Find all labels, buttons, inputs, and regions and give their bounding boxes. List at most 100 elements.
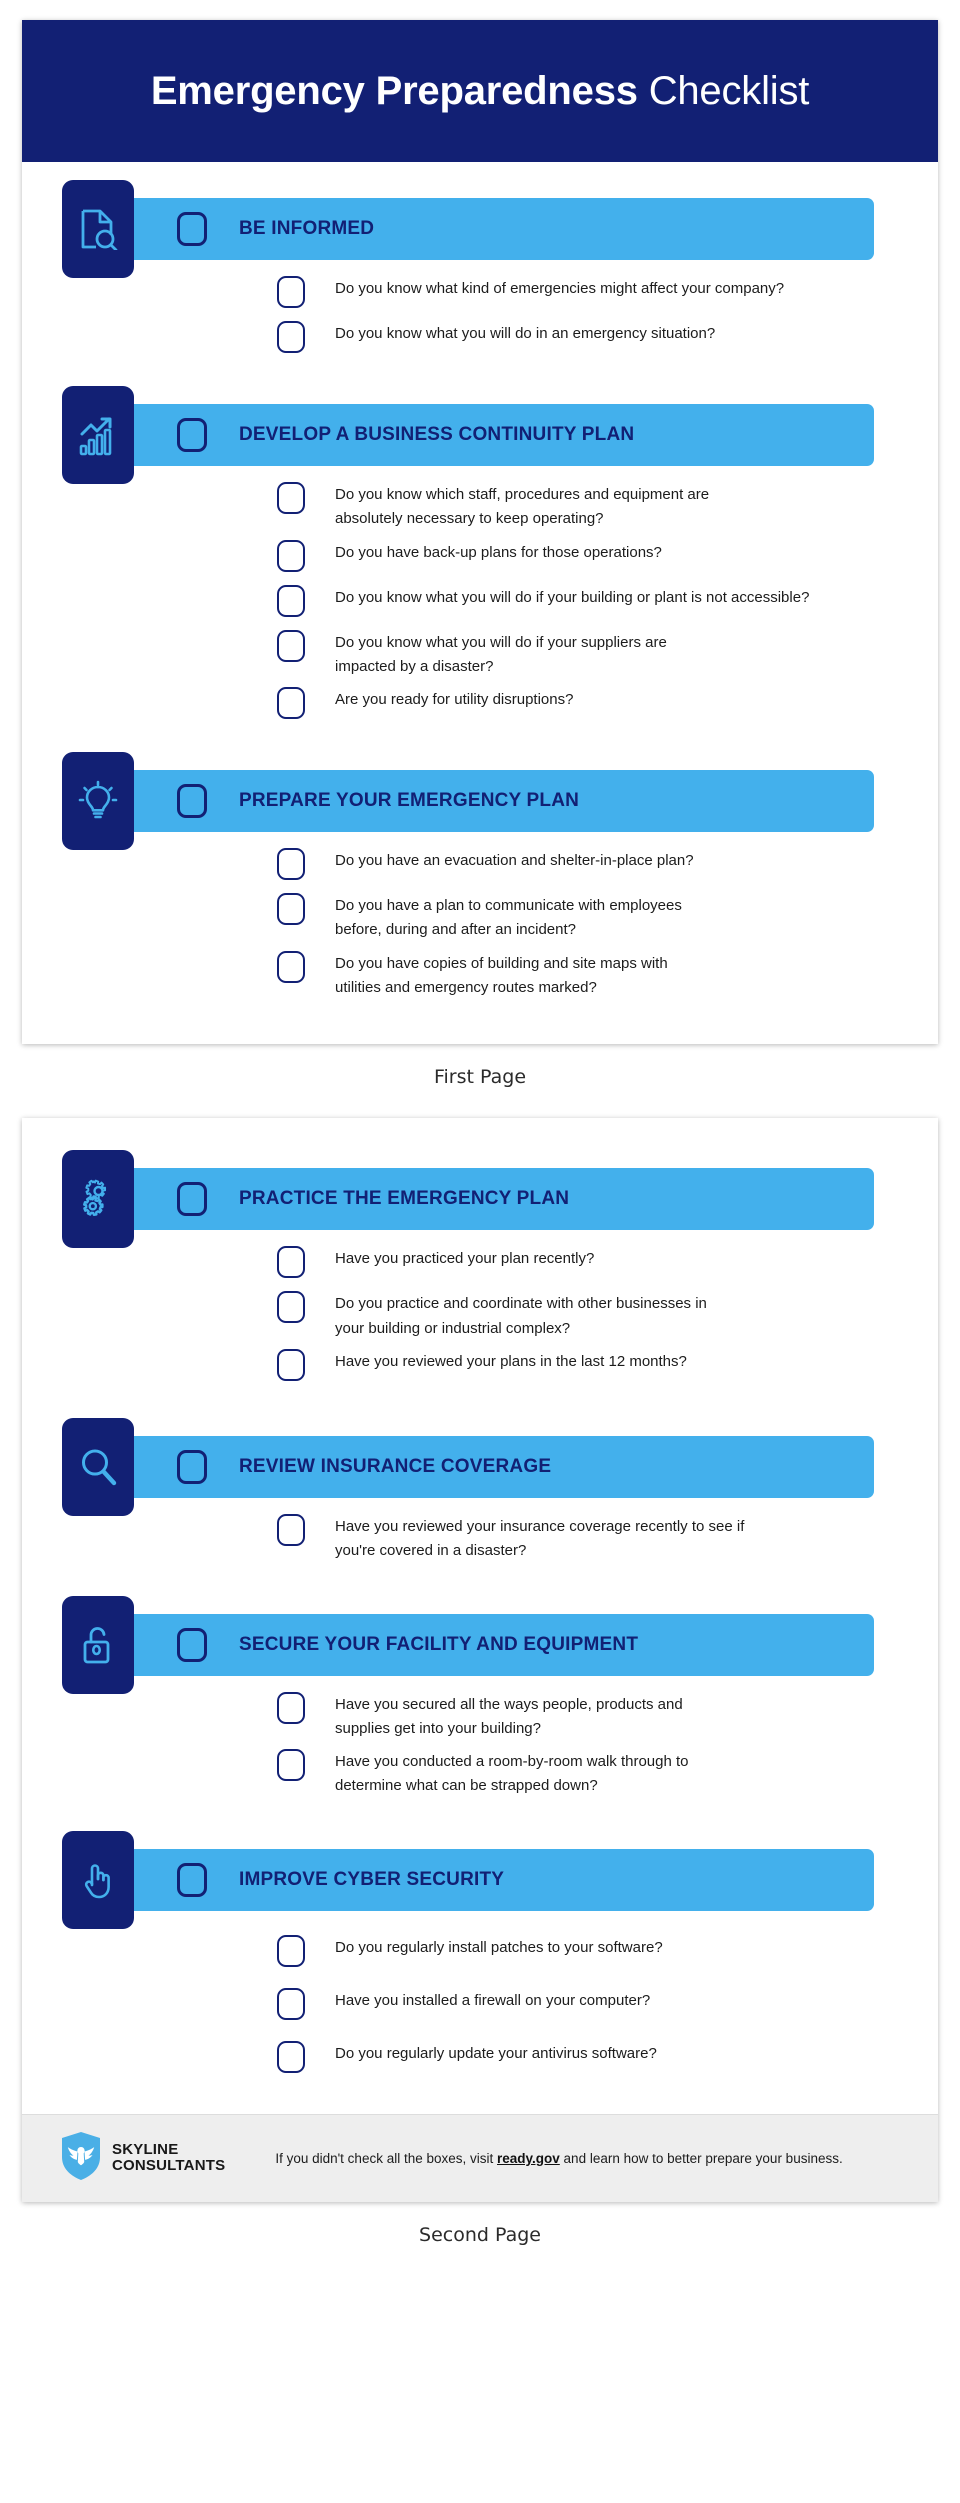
list-item: Do you know what you will do if your sup…: [277, 628, 883, 680]
question-checkbox-cell[interactable]: [277, 480, 305, 519]
question-checkbox[interactable]: [277, 584, 305, 617]
question-checkbox[interactable]: [277, 1749, 305, 1782]
question-list: Do you know which staff, procedures and …: [22, 480, 938, 724]
question-checkbox-cell[interactable]: [277, 274, 305, 313]
question-checkbox-cell[interactable]: [277, 1512, 305, 1551]
question-list: Do you regularly install patches to your…: [22, 1933, 938, 2078]
question-checkbox[interactable]: [277, 321, 305, 353]
list-item: Have you installed a firewall on your co…: [277, 1986, 883, 2025]
question-checkbox[interactable]: [277, 950, 305, 983]
question-checkbox-cell[interactable]: [277, 1347, 305, 1386]
question-text: Do you have copies of building and site …: [335, 954, 668, 997]
question-checkbox[interactable]: [277, 848, 305, 881]
section-title: IMPROVE CYBER SECURITY: [239, 1868, 505, 1890]
question-text: Do you regularly update your antivirus s…: [335, 2044, 657, 2062]
question-checkbox[interactable]: [277, 629, 305, 662]
question-checkbox-cell[interactable]: [277, 1933, 305, 1972]
question-checkbox-cell[interactable]: [277, 891, 305, 930]
checklist-sheet-page-2: PRACTICE THE EMERGENCY PLAN Have you pra…: [22, 1118, 938, 2202]
list-item: Do you have back-up plans for those oper…: [277, 538, 883, 577]
question-checkbox-cell[interactable]: [277, 1289, 305, 1328]
section-header-bar: IMPROVE CYBER SECURITY: [96, 1848, 874, 1911]
ready-gov-link[interactable]: ready.gov: [497, 2151, 560, 2166]
section-business-continuity: DEVELOP A BUSINESS CONTINUITY PLAN Do yo…: [22, 386, 938, 724]
document-search-icon: [62, 180, 134, 278]
section-be-informed: BE INFORMED Do you know what kind of eme…: [22, 180, 938, 358]
question-checkbox-cell[interactable]: [277, 538, 305, 577]
question-checkbox[interactable]: [277, 1934, 305, 1967]
list-item: Do you know what you will do if your bui…: [277, 583, 883, 622]
question-text: Do you know which staff, procedures and …: [335, 486, 710, 528]
section-checkbox[interactable]: [177, 784, 207, 819]
gears-icon: [62, 1150, 134, 1249]
question-text: Are you ready for utility disruptions?: [335, 691, 574, 709]
list-item: Do you know what you will do in an emerg…: [277, 319, 883, 358]
question-checkbox[interactable]: [277, 1513, 305, 1546]
list-item: Have you conducted a room-by-room walk t…: [277, 1747, 883, 1799]
list-item: Do you have a plan to communicate with e…: [277, 891, 883, 943]
section-checkbox[interactable]: [177, 1627, 207, 1662]
question-checkbox[interactable]: [277, 539, 305, 572]
question-checkbox-cell[interactable]: [277, 628, 305, 667]
section-practice-emergency-plan: PRACTICE THE EMERGENCY PLAN Have you pra…: [22, 1150, 938, 1386]
section-header-bar: BE INFORMED: [96, 198, 874, 260]
section-header-bar: PREPARE YOUR EMERGENCY PLAN: [96, 770, 874, 833]
page-title-light: Checklist: [637, 68, 810, 113]
second-page-wrapper: PRACTICE THE EMERGENCY PLAN Have you pra…: [0, 1118, 960, 2267]
list-item: Have you practiced your plan recently?: [277, 1244, 883, 1283]
question-list: Have you practiced your plan recently? D…: [22, 1244, 938, 1386]
question-text: Have you installed a firewall on your co…: [335, 1991, 651, 2009]
question-checkbox-cell[interactable]: [277, 949, 305, 988]
padlock-icon: [62, 1595, 134, 1694]
question-text: Have you conducted a room-by-room walk t…: [335, 1753, 689, 1795]
list-item: Have you reviewed your insurance coverag…: [277, 1512, 883, 1564]
page-caption-first: First Page: [433, 1066, 527, 1089]
question-checkbox-cell[interactable]: [277, 1747, 305, 1786]
shield-eagle-logo: [60, 2131, 102, 2186]
question-checkbox[interactable]: [277, 1691, 305, 1724]
section-checkbox[interactable]: [177, 418, 207, 452]
question-text: Have you reviewed your plans in the last…: [335, 1352, 687, 1370]
page-caption-second: Second Page: [419, 2223, 541, 2246]
lightbulb-icon: [62, 752, 134, 851]
question-checkbox[interactable]: [277, 1987, 305, 2020]
question-checkbox-cell[interactable]: [277, 1986, 305, 2025]
first-page-wrapper: Emergency Preparedness Checklist BE INFO…: [0, 0, 960, 1118]
page-1-sections: BE INFORMED Do you know what kind of eme…: [22, 162, 938, 1044]
question-text: Do you have a plan to communicate with e…: [335, 897, 682, 939]
question-text: Have you practiced your plan recently?: [335, 1250, 595, 1268]
question-list: Do you know what kind of emergencies mig…: [22, 274, 938, 358]
question-checkbox[interactable]: [277, 893, 305, 926]
brand-name: SKYLINE CONSULTANTS: [112, 2141, 225, 2175]
question-text: Do you know what you will do if your sup…: [335, 633, 667, 675]
section-checkbox[interactable]: [177, 1182, 207, 1217]
section-title: SECURE YOUR FACILITY AND EQUIPMENT: [239, 1633, 639, 1655]
section-review-insurance: REVIEW INSURANCE COVERAGE Have you revie…: [22, 1417, 938, 1564]
section-checkbox[interactable]: [177, 1449, 207, 1484]
question-checkbox[interactable]: [277, 482, 305, 514]
question-checkbox[interactable]: [277, 276, 305, 308]
growth-chart-icon: [62, 386, 134, 484]
question-checkbox-cell[interactable]: [277, 1690, 305, 1729]
question-checkbox[interactable]: [277, 1348, 305, 1381]
question-checkbox-cell[interactable]: [277, 2039, 305, 2078]
section-header-bar: SECURE YOUR FACILITY AND EQUIPMENT: [96, 1613, 874, 1676]
question-checkbox-cell[interactable]: [277, 319, 305, 358]
section-header-bar: PRACTICE THE EMERGENCY PLAN: [96, 1168, 874, 1231]
section-checkbox[interactable]: [177, 1862, 207, 1897]
question-checkbox-cell[interactable]: [277, 846, 305, 885]
question-checkbox-cell[interactable]: [277, 685, 305, 724]
question-checkbox[interactable]: [277, 1246, 305, 1279]
question-text: Have you secured all the ways people, pr…: [335, 1695, 683, 1737]
list-item: Do you practice and coordinate with othe…: [277, 1289, 883, 1341]
section-title: DEVELOP A BUSINESS CONTINUITY PLAN: [239, 424, 635, 445]
question-checkbox[interactable]: [277, 687, 305, 720]
section-checkbox[interactable]: [177, 212, 207, 246]
page-title-bold: Emergency Preparedness: [150, 68, 638, 113]
list-item: Do you know what kind of emergencies mig…: [277, 274, 883, 313]
question-checkbox[interactable]: [277, 1291, 305, 1324]
question-checkbox-cell[interactable]: [277, 1244, 305, 1283]
question-checkbox[interactable]: [277, 2040, 305, 2073]
section-secure-facility: SECURE YOUR FACILITY AND EQUIPMENT Have …: [22, 1595, 938, 1799]
question-checkbox-cell[interactable]: [277, 583, 305, 622]
